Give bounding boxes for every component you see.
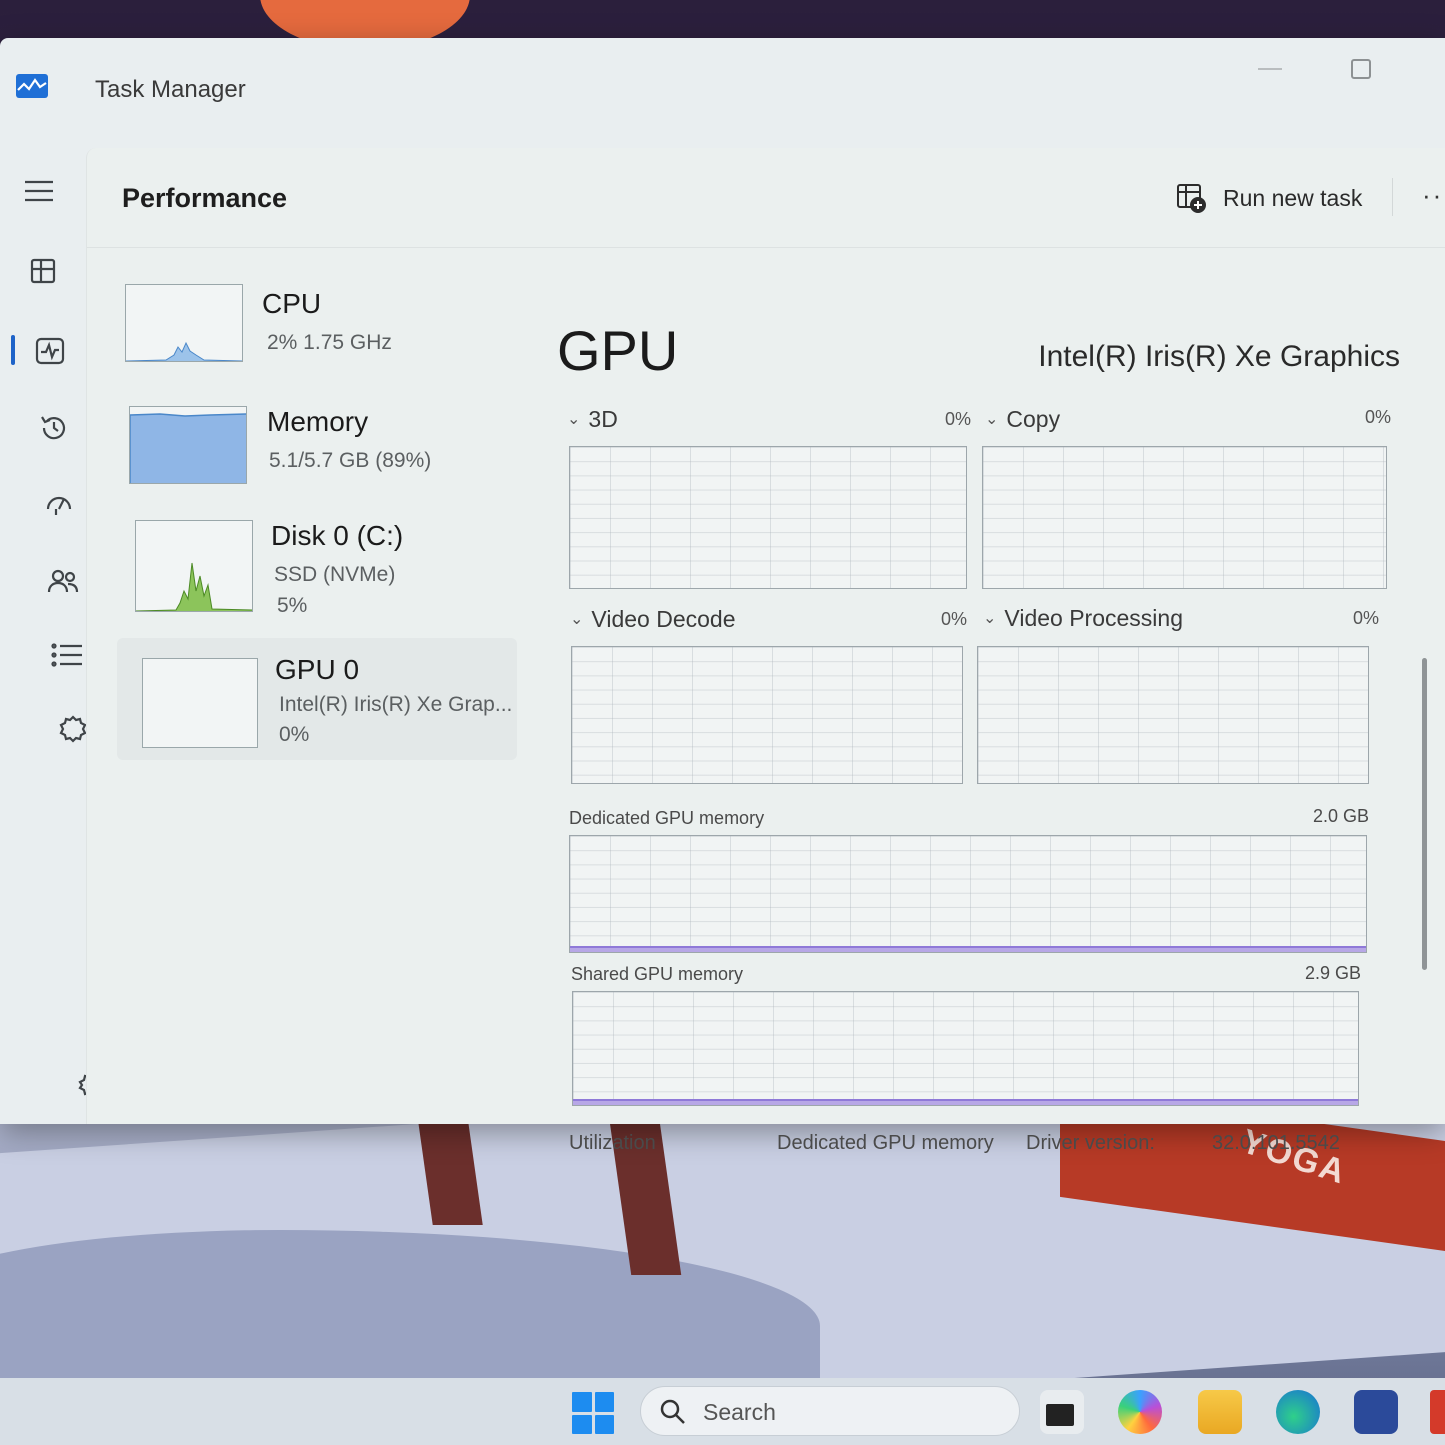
- engine-graph-video-processing: [977, 646, 1369, 784]
- nav-active-indicator: [11, 335, 15, 365]
- app-history-icon[interactable]: [37, 411, 71, 445]
- copilot-icon[interactable]: [1118, 1390, 1162, 1434]
- chevron-down-icon: ⌄: [985, 411, 999, 428]
- engine-label: Copy: [1006, 406, 1061, 432]
- performance-icon[interactable]: [33, 334, 67, 368]
- minimize-button[interactable]: [1258, 68, 1282, 70]
- resource-usage: 0%: [279, 723, 310, 746]
- header-divider: [1392, 178, 1393, 216]
- chevron-down-icon: ⌄: [570, 611, 584, 628]
- gpu-title: GPU: [557, 319, 679, 382]
- chevron-down-icon: ⌄: [983, 610, 997, 627]
- search-icon: [660, 1399, 685, 1424]
- resource-name: Disk 0 (C:): [271, 520, 404, 551]
- vertical-scrollbar[interactable]: [1422, 658, 1427, 970]
- run-new-task-button[interactable]: Run new task: [1175, 178, 1362, 218]
- task-manager-app-icon: [16, 74, 48, 98]
- disk-mini-graph: [135, 520, 253, 612]
- dedicated-memory-label: Dedicated GPU memory: [569, 808, 765, 828]
- resource-item-gpu[interactable]: GPU 0 Intel(R) Iris(R) Xe Grap... 0%: [117, 638, 517, 760]
- resource-detail: SSD (NVMe): [274, 563, 396, 586]
- cpu-mini-graph: [125, 284, 243, 362]
- page-header: Performance Run new task ··: [87, 148, 1445, 248]
- processes-icon[interactable]: [26, 254, 60, 288]
- engine-percent: 0%: [1365, 407, 1392, 427]
- performance-page: Performance Run new task ·· CPU 2% 1.75 …: [86, 148, 1445, 1154]
- driver-version-value: 32.0.101.5542: [1212, 1132, 1340, 1154]
- engine-selector-video-processing[interactable]: ⌄ Video Processing: [983, 605, 1183, 632]
- engine-percent: 0%: [941, 609, 968, 629]
- engine-selector-copy[interactable]: ⌄ Copy: [985, 406, 1060, 433]
- resource-item-memory[interactable]: Memory 5.1/5.7 GB (89%): [117, 396, 517, 511]
- more-options-button[interactable]: ··: [1422, 180, 1443, 211]
- file-explorer-icon[interactable]: [1198, 1390, 1242, 1434]
- resource-name: Memory: [267, 406, 369, 437]
- resource-usage: 5%: [277, 594, 308, 617]
- engine-percent: 0%: [1353, 608, 1380, 628]
- dedicated-memory-usage-fill: [570, 946, 1366, 952]
- page-title: Performance: [122, 183, 288, 213]
- driver-version-label: Driver version:: [1026, 1132, 1155, 1154]
- resource-detail: Intel(R) Iris(R) Xe Grap...: [279, 693, 513, 716]
- resource-name: GPU 0: [275, 654, 360, 685]
- run-new-task-label: Run new task: [1223, 184, 1363, 211]
- gpu-model-name: Intel(R) Iris(R) Xe Graphics: [1038, 340, 1400, 373]
- users-icon[interactable]: [46, 564, 80, 598]
- shared-memory-max: 2.9 GB: [1305, 963, 1362, 983]
- resource-name: CPU: [262, 288, 322, 319]
- title-bar[interactable]: Task Manager: [0, 38, 1445, 138]
- taskbar-search-box[interactable]: Search: [640, 1386, 1020, 1436]
- windows-start-icon[interactable]: [572, 1392, 614, 1434]
- services-icon[interactable]: [56, 712, 90, 746]
- engine-label: Video Processing: [1004, 605, 1183, 631]
- resource-item-cpu[interactable]: CPU 2% 1.75 GHz: [117, 278, 517, 393]
- task-manager-window: Task Manager Performance Run new task ··…: [0, 38, 1445, 1154]
- engine-label: Video Decode: [591, 606, 736, 632]
- details-icon[interactable]: [50, 638, 84, 672]
- startup-apps-icon[interactable]: [42, 488, 76, 522]
- microsoft-store-icon[interactable]: [1354, 1390, 1398, 1434]
- engine-label: 3D: [588, 406, 618, 432]
- resource-item-disk[interactable]: Disk 0 (C:) SSD (NVMe) 5%: [117, 510, 517, 625]
- taskbar-app-icon[interactable]: [1430, 1390, 1445, 1434]
- engine-selector-video-decode[interactable]: ⌄ Video Decode: [570, 606, 735, 633]
- taskbar: Search: [0, 1378, 1445, 1445]
- run-new-task-icon: [1177, 184, 1206, 213]
- resource-detail: 2% 1.75 GHz: [267, 331, 392, 354]
- memory-mini-graph: [129, 406, 247, 484]
- engine-graph-video-decode: [571, 646, 963, 784]
- shared-memory-usage-fill: [573, 1099, 1358, 1105]
- task-view-icon[interactable]: [1040, 1390, 1084, 1434]
- dedicated-memory-graph: [569, 835, 1367, 953]
- maximize-button[interactable]: [1351, 59, 1371, 79]
- engine-percent: 0%: [945, 409, 972, 429]
- engine-graph-copy: [982, 446, 1387, 589]
- engine-selector-3d[interactable]: ⌄ 3D: [567, 406, 618, 433]
- window-title: Task Manager: [95, 76, 246, 103]
- shared-memory-label: Shared GPU memory: [571, 964, 744, 984]
- engine-graph-3d: [569, 446, 967, 589]
- edge-browser-icon[interactable]: [1276, 1390, 1320, 1434]
- hamburger-menu-icon[interactable]: [22, 174, 56, 208]
- utilization-label: Utilization: [569, 1132, 656, 1154]
- resource-detail: 5.1/5.7 GB (89%): [269, 449, 432, 472]
- shared-memory-graph: [572, 991, 1359, 1106]
- dedicated-memory-footer-label: Dedicated GPU memory: [777, 1132, 994, 1154]
- gpu-mini-graph: [142, 658, 258, 748]
- chevron-down-icon: ⌄: [567, 411, 581, 428]
- search-placeholder: Search: [703, 1399, 776, 1425]
- dedicated-memory-max: 2.0 GB: [1313, 806, 1370, 826]
